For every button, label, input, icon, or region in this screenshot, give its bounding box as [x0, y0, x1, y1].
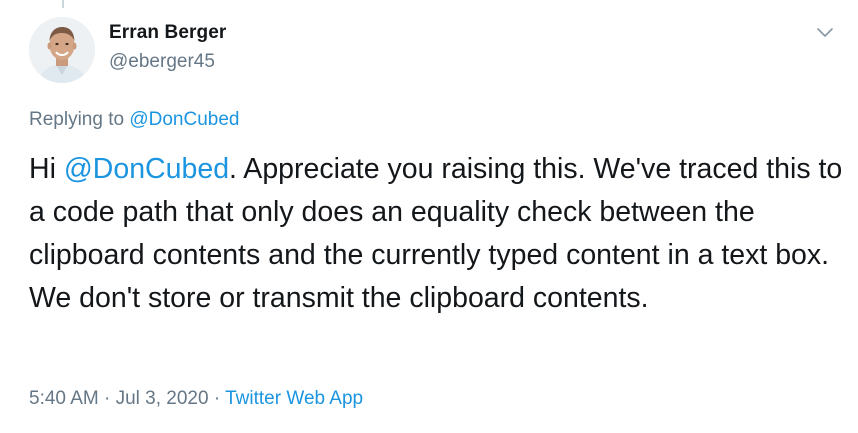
tweet-text: Hi @DonCubed. Appreciate you raising thi…: [29, 148, 844, 320]
author-handle[interactable]: @eberger45: [109, 51, 215, 73]
author-name[interactable]: Erran Berger: [109, 22, 226, 44]
meta-separator: ·: [213, 388, 221, 409]
chevron-down-icon[interactable]: [815, 22, 835, 42]
tweet-time: 5:40 AM: [29, 388, 99, 409]
tweet-mention-link[interactable]: @DonCubed: [64, 153, 229, 185]
tweet-date: Jul 3, 2020: [115, 388, 209, 409]
replying-to-mention-link[interactable]: @DonCubed: [129, 109, 239, 130]
avatar[interactable]: [29, 17, 95, 83]
tweet-source-link[interactable]: Twitter Web App: [225, 388, 363, 409]
tweet-greeting: Hi: [29, 153, 56, 185]
meta-separator: ·: [104, 388, 111, 409]
replying-to-label: Replying to: [29, 109, 125, 130]
tweet-metadata: 5:40 AM · Jul 3, 2020 · Twitter Web App: [29, 388, 363, 410]
tweet: Erran Berger @eberger45 Replying to @Don…: [0, 0, 858, 433]
replying-to: Replying to @DonCubed: [29, 109, 239, 131]
tweet-timestamp-link[interactable]: 5:40 AM · Jul 3, 2020: [29, 388, 209, 409]
profile-photo: [29, 17, 95, 83]
